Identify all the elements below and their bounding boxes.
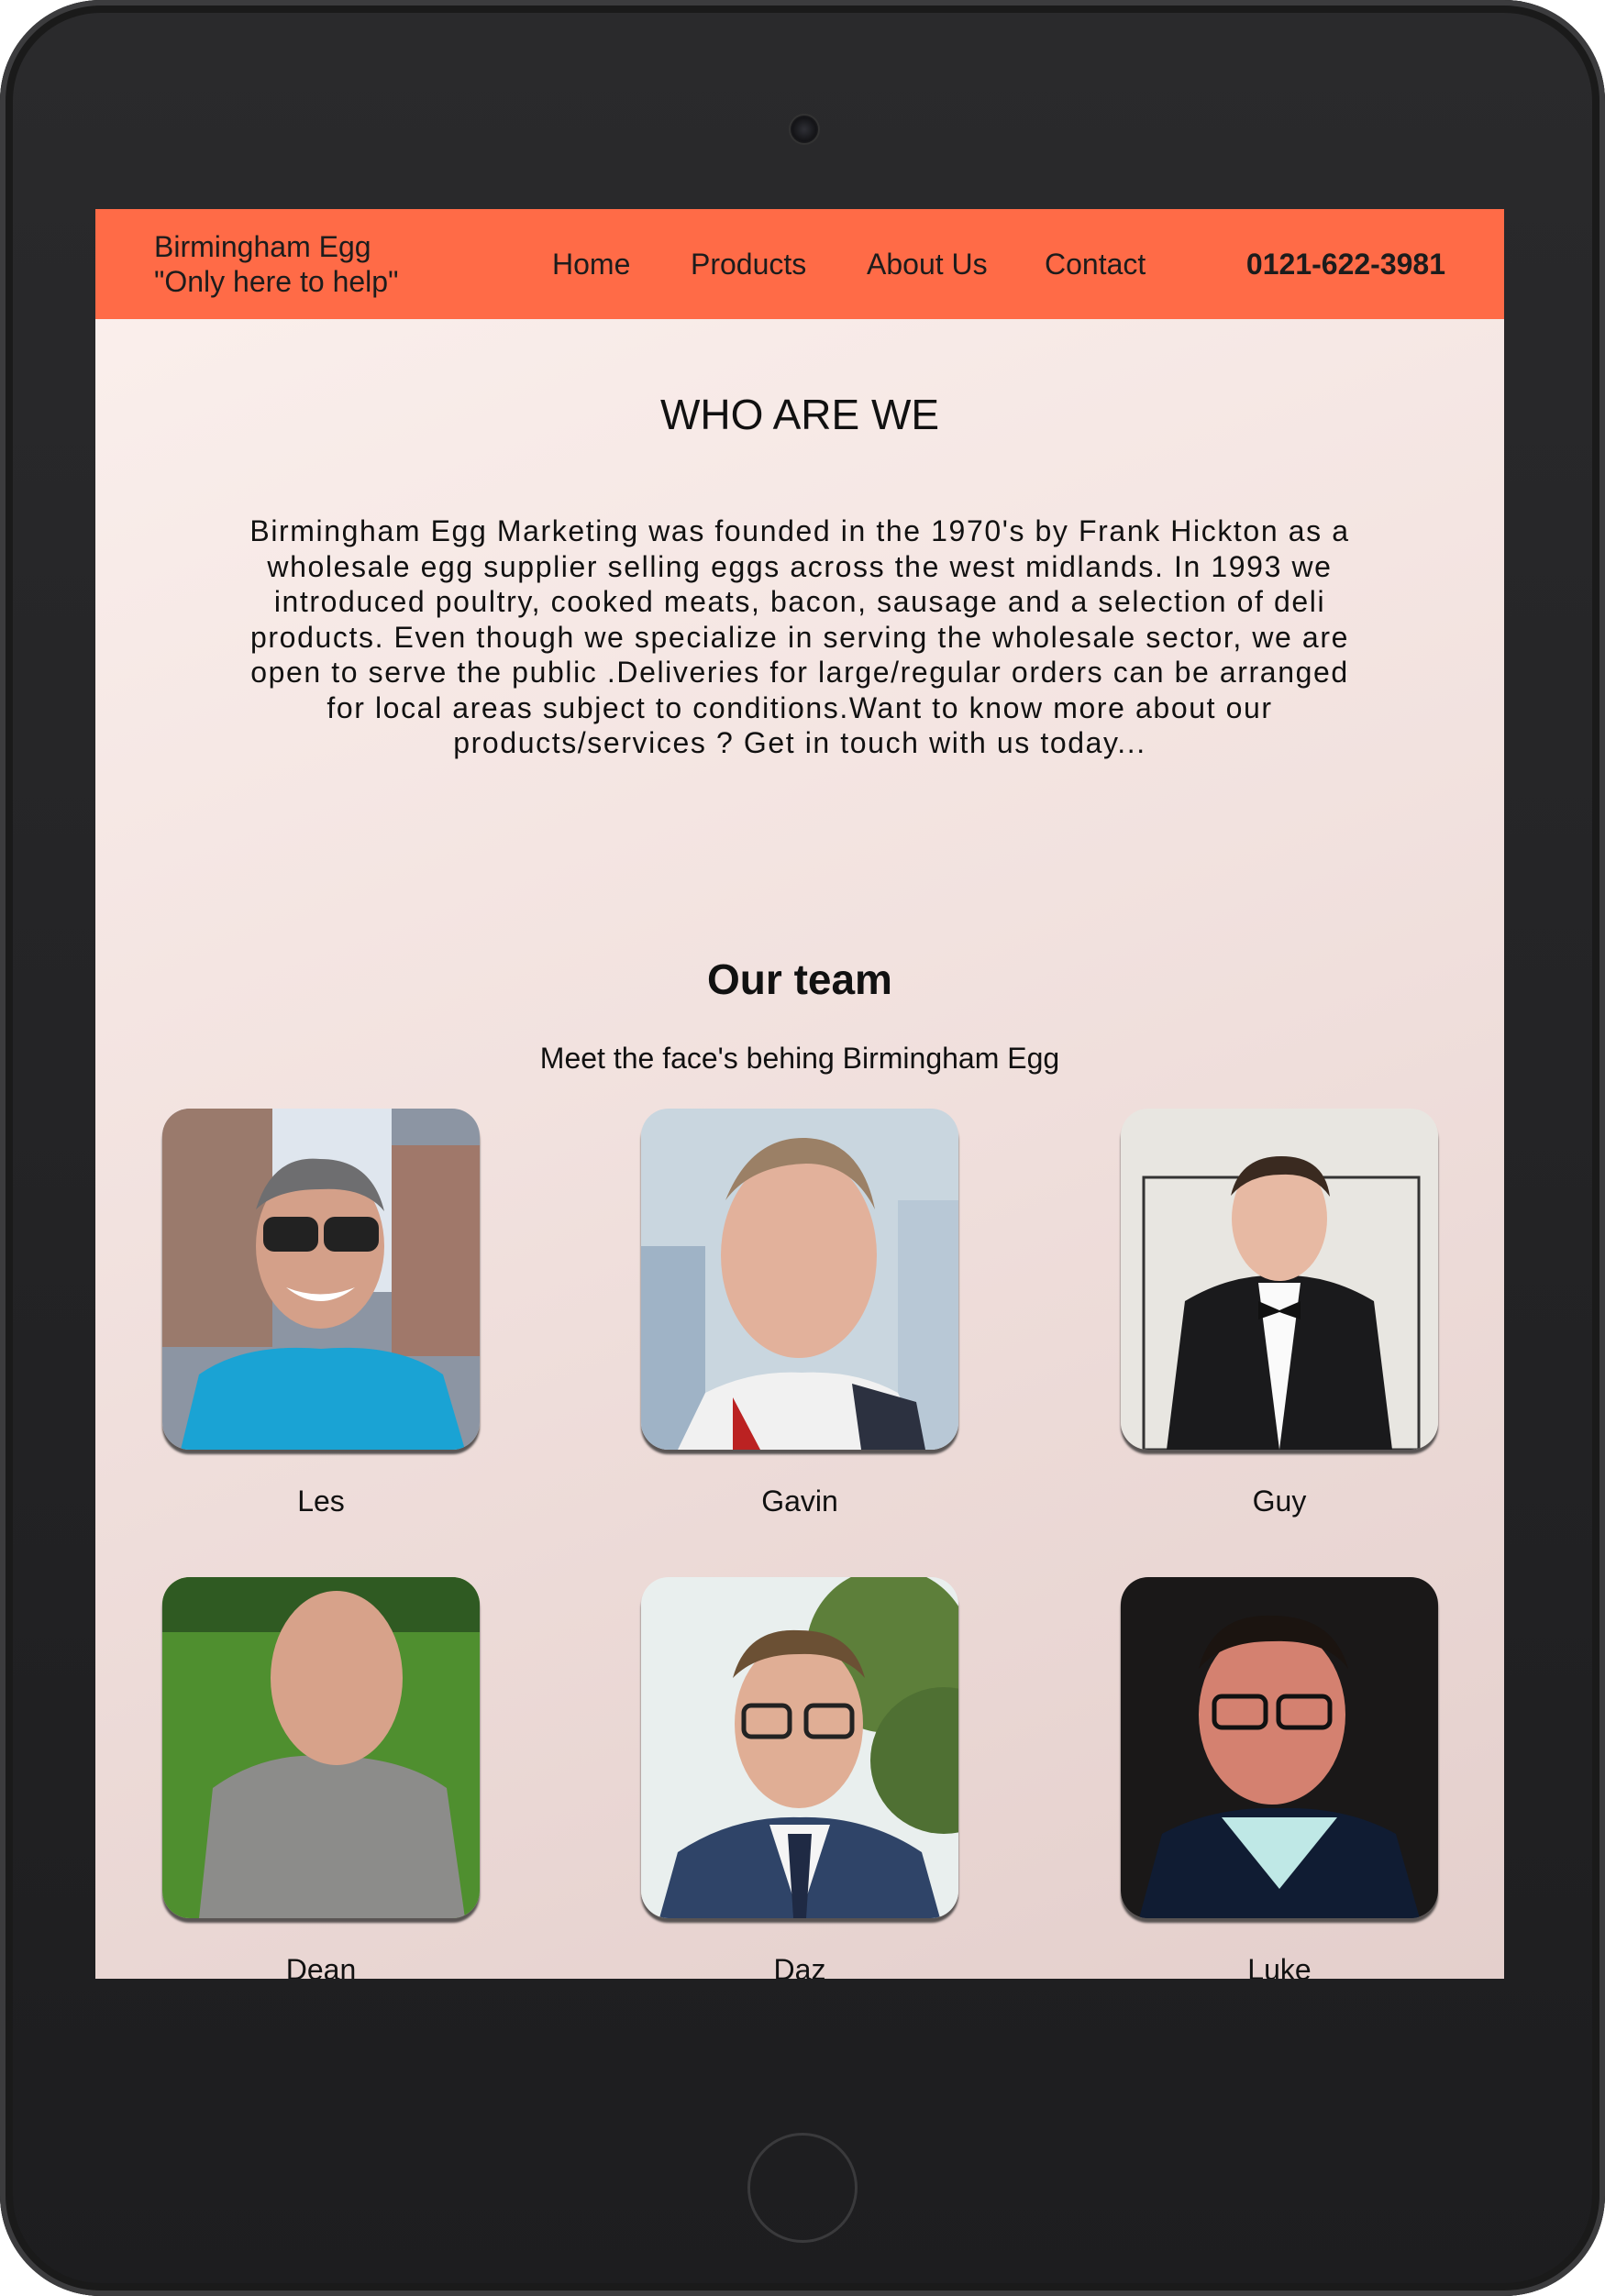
nav-products-link[interactable]: Products [691,246,806,282]
team-photo-gavin [641,1109,958,1450]
team-member-name: Guy [1252,1485,1307,1518]
team-member-card: Luke [1121,1577,1438,1979]
team-member-card: Les [162,1109,480,1519]
team-member-name: Luke [1247,1953,1312,1979]
about-text: Birmingham Egg Marketing was founded in … [249,514,1350,759]
home-button[interactable] [747,2133,858,2243]
brand[interactable]: Birmingham Egg "Only here to help" [154,229,398,299]
web-page: Birmingham Egg "Only here to help" Home … [95,209,1504,1979]
team-photo-les [162,1109,480,1450]
brand-tagline: "Only here to help" [154,265,399,298]
team-member-card: Dean [162,1577,480,1979]
team-photo-luke [1121,1577,1438,1918]
phone-number[interactable]: 0121-622-3981 [1246,246,1445,282]
tablet-frame: Birmingham Egg "Only here to help" Home … [0,0,1605,2296]
team-member-card: Guy [1121,1109,1438,1519]
navbar: Birmingham Egg "Only here to help" Home … [95,209,1504,319]
team-member-name: Dean [285,1953,357,1979]
team-member-card: Gavin [641,1109,958,1519]
team-photo-guy [1121,1109,1438,1450]
team-member-name: Les [297,1485,345,1518]
nav-about-link[interactable]: About Us [867,246,988,282]
team-subtitle: Meet the face's behing Birmingham Egg [539,1042,1060,1075]
team-member-name: Gavin [761,1485,838,1518]
nav-home-link[interactable]: Home [552,246,630,282]
camera-icon [789,114,820,145]
team-title: Our team [707,955,892,1003]
team-member-card: Daz [641,1577,958,1979]
nav-contact-link[interactable]: Contact [1045,246,1146,282]
brand-name: Birmingham Egg [154,230,371,263]
team-photo-daz [641,1577,958,1918]
team-photo-dean [162,1577,480,1918]
team-member-name: Daz [773,1953,826,1979]
about-title: WHO ARE WE [659,391,940,438]
